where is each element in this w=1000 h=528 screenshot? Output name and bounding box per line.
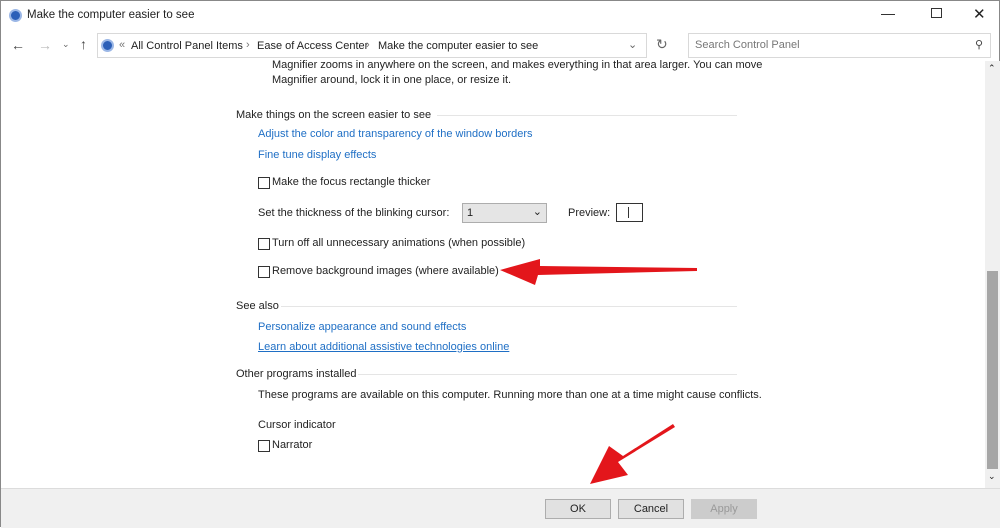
annotation-arrows: [500, 259, 697, 484]
arrow-to-ok-button: [590, 424, 675, 484]
arrow-to-background-option: [500, 259, 697, 285]
